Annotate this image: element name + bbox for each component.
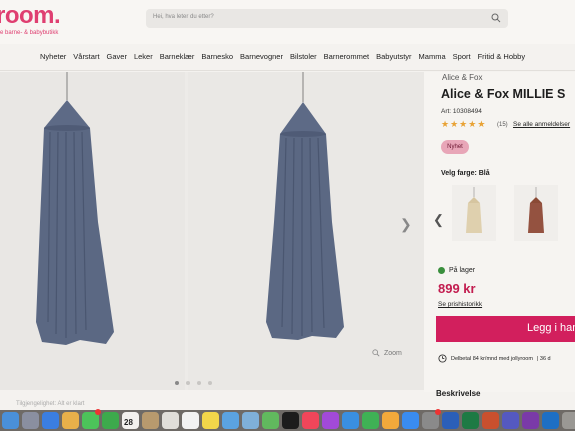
settings-icon[interactable] <box>422 409 441 429</box>
rating-stars: ★ ★ ★ ★ ★ <box>441 119 485 130</box>
star-icon: ★ <box>441 119 450 129</box>
installment-info: Delbetal 84 kr/mnd med jollyroom | 36 d <box>438 354 551 363</box>
nav-item-gaver[interactable]: Gaver <box>107 52 127 64</box>
color-swatch-beige[interactable] <box>452 185 496 241</box>
gallery-dot[interactable] <box>175 381 179 385</box>
nav-item-nyheter[interactable]: Nyheter <box>40 52 66 64</box>
canopy-image <box>266 72 344 340</box>
zoom-label: Zoom <box>384 349 402 357</box>
gallery-pagination <box>175 381 212 385</box>
nav-item-varstart[interactable]: Vårstart <box>73 52 99 64</box>
stock-status: På lager <box>438 267 475 274</box>
excel-icon[interactable] <box>462 412 479 429</box>
notification-badge <box>95 409 101 415</box>
product-brand[interactable]: Alice & Fox <box>442 73 482 82</box>
zoom-button[interactable]: Zoom <box>372 349 402 357</box>
chrome-icon[interactable] <box>162 412 179 429</box>
search-placeholder: Hei, hva leter du etter? <box>153 14 214 20</box>
gallery-image-1[interactable] <box>0 72 185 390</box>
maps-icon[interactable] <box>262 412 279 429</box>
site-logo[interactable]: room. <box>0 2 61 30</box>
gallery-dot[interactable] <box>197 381 201 385</box>
nav-divider <box>0 70 575 71</box>
product-title: Alice & Fox MILLIE S <box>441 87 566 101</box>
main-nav: Nyheter Vårstart Gaver Leker Barneklær B… <box>40 52 525 64</box>
pages-icon[interactable] <box>382 412 399 429</box>
product-price: 899 kr <box>438 281 476 296</box>
notification-badge <box>435 409 441 415</box>
search-input[interactable]: Hei, hva leter du etter? <box>146 9 508 28</box>
contacts-icon[interactable] <box>142 412 159 429</box>
site-tagline: e barne- & babybutikk <box>0 30 59 36</box>
calendar-icon[interactable]: 28 <box>122 412 139 429</box>
installment-text: Delbetal 84 kr/mnd med jollyroom <box>451 355 533 362</box>
nav-item-mamma[interactable]: Mamma <box>419 52 446 64</box>
star-icon: ★ <box>468 119 477 129</box>
macos-dock: 28 <box>0 409 575 431</box>
new-badge: Nyhet <box>441 140 469 154</box>
notes-icon[interactable] <box>202 412 219 429</box>
star-icon: ★ <box>450 119 459 129</box>
chevron-left-icon[interactable]: ❮ <box>433 212 444 228</box>
facetime-icon[interactable] <box>102 412 119 429</box>
mail-icon[interactable] <box>42 412 59 429</box>
launchpad-icon[interactable] <box>22 412 39 429</box>
powerpoint-icon[interactable] <box>482 412 499 429</box>
tv-icon[interactable] <box>282 412 299 429</box>
search-icon[interactable] <box>491 13 501 23</box>
messages-icon[interactable] <box>82 409 101 429</box>
reminders-icon[interactable] <box>182 412 199 429</box>
nav-item-sport[interactable]: Sport <box>453 52 471 64</box>
nav-item-barnevogner[interactable]: Barnevogner <box>240 52 283 64</box>
podcasts-icon[interactable] <box>322 412 339 429</box>
in-stock-icon <box>438 267 445 274</box>
finder-app-icon[interactable] <box>222 412 239 429</box>
site-header: room. e barne- & babybutikk Hei, hva let… <box>0 0 575 44</box>
color-swatch-rust[interactable] <box>514 185 558 241</box>
outlook-icon[interactable] <box>542 412 559 429</box>
gallery-dot[interactable] <box>186 381 190 385</box>
review-count: (15) <box>497 122 508 128</box>
teams-icon[interactable] <box>502 412 519 429</box>
star-icon: ★ <box>459 119 468 129</box>
stock-label: På lager <box>449 267 476 274</box>
nav-item-fritid[interactable]: Fritid & Hobby <box>478 52 526 64</box>
clock-icon <box>438 354 447 363</box>
keynote-icon[interactable] <box>342 412 359 429</box>
onenote-icon[interactable] <box>522 412 539 429</box>
nav-item-barnesko[interactable]: Barnesko <box>201 52 233 64</box>
installment-suffix: | 36 d <box>536 355 551 362</box>
trash-icon[interactable] <box>562 412 575 429</box>
nav-item-barneklaer[interactable]: Barneklær <box>160 52 195 64</box>
chevron-right-icon[interactable]: ❯ <box>400 216 412 233</box>
gallery-image-2[interactable] <box>188 72 424 390</box>
preview-icon[interactable] <box>242 412 259 429</box>
canopy-image <box>36 72 114 345</box>
reviews-link[interactable]: Se alle anmeldelser <box>513 121 570 128</box>
finder-icon[interactable] <box>2 412 19 429</box>
nav-item-babyutstyr[interactable]: Babyutstyr <box>376 52 411 64</box>
status-bar: Tilgjengelighet: Alt er klart <box>16 401 85 407</box>
price-history-link[interactable]: Se prishistorikk <box>438 301 482 308</box>
gallery-dot[interactable] <box>208 381 212 385</box>
nav-item-barnerommet[interactable]: Barnerommet <box>324 52 369 64</box>
nav-item-leker[interactable]: Leker <box>134 52 153 64</box>
color-selector-label: Velg farge: Blå <box>441 170 490 177</box>
numbers-icon[interactable] <box>362 412 379 429</box>
add-to-cart-button[interactable]: Legg i hand <box>436 316 575 342</box>
word-icon[interactable] <box>442 412 459 429</box>
photos-icon[interactable] <box>62 412 79 429</box>
star-half-icon: ★ <box>477 119 486 129</box>
article-number: Art: 10308494 <box>441 108 482 115</box>
nav-item-bilstoler[interactable]: Bilstoler <box>290 52 317 64</box>
canopy-thumb-beige <box>466 187 482 233</box>
add-to-cart-label: Legg i hand <box>527 322 575 334</box>
music-icon[interactable] <box>302 412 319 429</box>
magnifier-icon <box>372 349 380 357</box>
calendar-day: 28 <box>124 418 133 427</box>
product-gallery[interactable] <box>0 72 424 390</box>
canopy-thumb-rust <box>528 187 544 233</box>
app-store-icon[interactable] <box>402 412 419 429</box>
description-heading[interactable]: Beskrivelse <box>436 389 480 398</box>
